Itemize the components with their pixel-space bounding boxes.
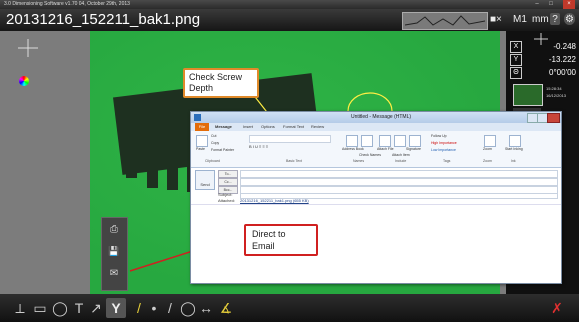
send-button[interactable]: Send xyxy=(195,170,215,190)
calipers-tool-icon[interactable]: Y xyxy=(106,298,126,318)
text-tool-icon[interactable]: T xyxy=(72,298,86,318)
x-value: -0.248 xyxy=(553,42,576,51)
time-display: 15:28:34 xyxy=(546,86,562,91)
point-tool-icon[interactable]: • xyxy=(148,298,160,318)
start-inking-icon[interactable] xyxy=(509,135,521,147)
attach-file-icon[interactable] xyxy=(379,135,391,147)
zoom-group-label: Zoom xyxy=(483,159,492,163)
line-tool-icon[interactable]: / xyxy=(163,298,177,318)
to-button[interactable]: To... xyxy=(218,170,238,178)
y-label: Y xyxy=(510,54,522,66)
attach-file-label: Attach File xyxy=(377,147,394,151)
email-title-bar: Untitled - Message (HTML) xyxy=(191,112,561,123)
direct-to-email-callout[interactable]: Direct to Email xyxy=(244,224,318,256)
check-screw-depth-callout[interactable]: Check Screw Depth xyxy=(183,68,259,98)
email-icon[interactable]: ✉ xyxy=(108,268,120,279)
maximize-button[interactable]: □ xyxy=(545,0,557,9)
unit-label[interactable]: mm xyxy=(532,13,549,27)
settings-icon[interactable]: ⚙ xyxy=(564,13,575,25)
delete-icon[interactable]: ✗ xyxy=(548,298,566,318)
include-group-label: Include xyxy=(395,159,407,163)
paste-icon[interactable] xyxy=(196,135,208,147)
x-label: X xyxy=(510,41,522,53)
paste-label: Paste xyxy=(196,147,205,151)
font-selector[interactable] xyxy=(249,135,331,143)
title-bar: 3.0 Dimensioning Software v1.70 04, Octo… xyxy=(0,0,579,9)
tab-message[interactable]: Message xyxy=(215,123,232,131)
cut-button[interactable]: Cut xyxy=(211,134,216,139)
ribbon: Paste Cut Copy Format Painter Clipboard … xyxy=(191,131,561,168)
email-close-button[interactable] xyxy=(547,113,560,123)
attachment-link[interactable]: 20131216_152211_bak1.png (655 KB) xyxy=(240,198,309,203)
attach-item-label: Attach Item xyxy=(392,153,410,157)
y-value: -13.222 xyxy=(548,55,576,64)
copy-button[interactable]: Copy xyxy=(211,141,219,146)
tags-group-label: Tags xyxy=(443,159,451,163)
attached-label: Attached: xyxy=(218,198,235,203)
ribbon-tabs: File Message Insert Options Format Text … xyxy=(191,123,561,131)
ellipse-tool-icon[interactable]: ◯ xyxy=(180,298,196,318)
signature-icon[interactable] xyxy=(409,135,421,147)
live-preview-thumbnail[interactable] xyxy=(513,84,543,106)
zoom-icon[interactable] xyxy=(484,135,496,147)
basic-text-group-label: Basic Text xyxy=(286,159,302,163)
formatting-buttons[interactable]: B I U ≡ ≡ ≡ xyxy=(249,144,339,150)
check-names-label: Check Names xyxy=(359,153,381,157)
angle-value: 0°00'00 xyxy=(549,68,576,77)
follow-up-button[interactable]: Follow Up xyxy=(431,134,447,139)
tab-review[interactable]: Review xyxy=(311,123,324,131)
pen-tool-icon[interactable]: / xyxy=(132,298,146,318)
thumbnail-waveform-icon xyxy=(404,15,486,26)
address-book-icon[interactable] xyxy=(346,135,358,147)
x-readout: X -0.248 xyxy=(510,41,576,53)
date-display: 16/12/2013 xyxy=(546,93,567,98)
zoom-label: Zoom xyxy=(483,147,492,151)
line-measure-tool-icon[interactable]: ⟂ xyxy=(12,298,28,318)
tab-file[interactable]: File xyxy=(195,123,209,131)
mode-label[interactable]: M1 xyxy=(513,13,527,27)
distance-tool-icon[interactable]: ↔ xyxy=(198,298,214,318)
check-names-icon[interactable] xyxy=(361,135,373,147)
low-importance-button[interactable]: Low Importance xyxy=(431,148,456,153)
clipboard-group-label: Clipboard xyxy=(205,159,220,163)
rectangle-tool-icon[interactable]: ▭ xyxy=(32,298,48,318)
angle-label: Θ xyxy=(510,67,522,79)
bottom-toolbar xyxy=(0,294,579,322)
angle-tool-icon[interactable]: ∡ xyxy=(218,298,234,318)
tab-format-text[interactable]: Format Text xyxy=(283,123,304,131)
tab-options[interactable]: Options xyxy=(261,123,275,131)
names-group-label: Names xyxy=(353,159,365,163)
arrow-tool-icon[interactable]: ↗ xyxy=(89,298,103,318)
crosshair-icon[interactable] xyxy=(18,39,38,57)
ink-group-label: Ink xyxy=(511,159,516,163)
to-field[interactable] xyxy=(240,170,558,178)
format-painter-button[interactable]: Format Painter xyxy=(211,148,234,153)
circle-tool-icon[interactable]: ◯ xyxy=(52,298,68,318)
angle-readout: Θ 0°00'00 xyxy=(510,67,576,79)
signature-label: Signature xyxy=(406,147,421,151)
save-icon[interactable]: 💾 xyxy=(108,246,120,257)
print-icon[interactable]: ⎙ xyxy=(108,224,120,235)
thumbnail-preview[interactable] xyxy=(402,12,488,30)
window-title: 3.0 Dimensioning Software v1.70 04, Octo… xyxy=(4,1,130,7)
minimize-button[interactable]: – xyxy=(531,0,543,9)
y-readout: Y -13.222 xyxy=(510,54,576,66)
high-importance-button[interactable]: High Importance xyxy=(431,141,457,146)
attach-item-icon[interactable] xyxy=(394,135,406,147)
email-window-title: Untitled - Message (HTML) xyxy=(351,114,412,120)
email-header-fields: Send To... Cc... Bcc... Subject: Attache… xyxy=(191,168,561,203)
tab-insert[interactable]: Insert xyxy=(243,123,253,131)
zoom-mode-icon[interactable]: ■× xyxy=(490,13,502,27)
file-name: 20131216_152211_bak1.png xyxy=(6,11,201,28)
color-picker-icon[interactable] xyxy=(19,76,29,86)
address-book-label: Address Book xyxy=(342,147,364,151)
cc-button[interactable]: Cc... xyxy=(218,178,238,186)
start-inking-label: Start Inking xyxy=(505,147,523,151)
outlook-logo-icon xyxy=(194,114,201,121)
email-compose-window: Untitled - Message (HTML) File Message I… xyxy=(190,111,562,284)
close-button[interactable]: × xyxy=(563,0,575,9)
cc-field[interactable] xyxy=(240,178,558,186)
help-icon[interactable]: ? xyxy=(550,13,560,25)
